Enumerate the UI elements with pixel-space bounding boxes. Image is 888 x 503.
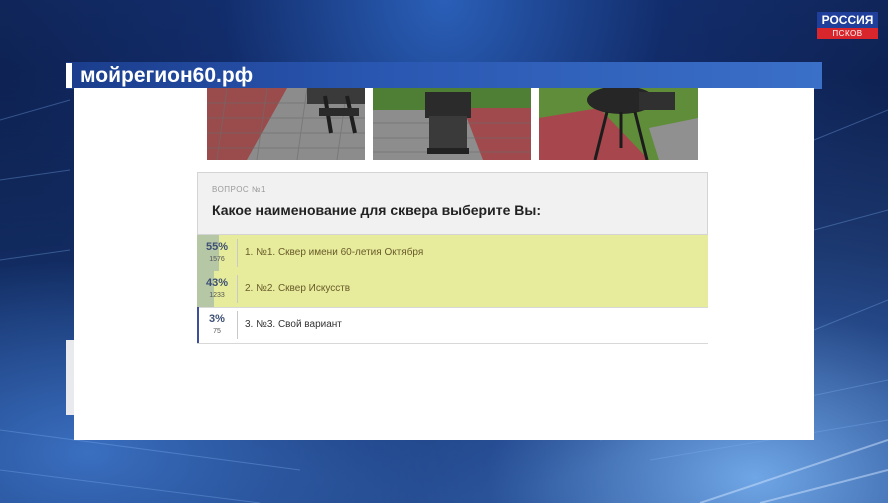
option-percent-box: 3% 75 — [197, 307, 237, 343]
option-label: 3. №3. Свой вариант — [245, 319, 342, 330]
option-percent-box: 43% 1233 — [197, 271, 237, 307]
option-percent-box: 55% 1576 — [197, 235, 237, 271]
option-divider — [237, 275, 238, 303]
option-vote-count: 1233 — [209, 292, 225, 299]
option-percent: 43% — [205, 277, 229, 289]
question-number: ВОПРОС №1 — [212, 185, 266, 194]
poll-option-1[interactable]: 55% 1576 1. №1. Сквер имени 60-летия Окт… — [197, 235, 708, 272]
channel-name: РОССИЯ — [817, 12, 878, 28]
option-vote-count: 1576 — [209, 256, 225, 263]
option-divider — [237, 311, 238, 339]
option-percent: 3% — [209, 313, 225, 325]
option-label: 2. №2. Сквер Искусств — [245, 283, 351, 294]
question-text: Какое наименование для сквера выберите В… — [212, 202, 541, 218]
photo-bench[interactable] — [207, 88, 365, 160]
photo-urn[interactable] — [373, 88, 531, 160]
poll-option-3[interactable]: 3% 75 3. №3. Свой вариант — [197, 307, 708, 344]
option-divider — [237, 239, 238, 267]
poll-widget: ВОПРОС №1 Какое наименование для сквера … — [197, 172, 708, 344]
poll-option-2[interactable]: 43% 1233 2. №2. Сквер Искусств — [197, 271, 708, 308]
site-title-marker — [66, 63, 72, 88]
option-vote-count: 75 — [213, 328, 221, 335]
option-label: 1. №1. Сквер имени 60-летия Октября — [245, 247, 424, 258]
option-percent: 55% — [205, 241, 229, 253]
channel-region: ПСКОВ — [817, 28, 878, 39]
poll-header: ВОПРОС №1 Какое наименование для сквера … — [197, 172, 708, 235]
photo-grill[interactable] — [539, 88, 698, 160]
channel-logo: РОССИЯ ПСКОВ — [817, 12, 878, 40]
site-title: мойрегион60.рф — [80, 64, 254, 87]
